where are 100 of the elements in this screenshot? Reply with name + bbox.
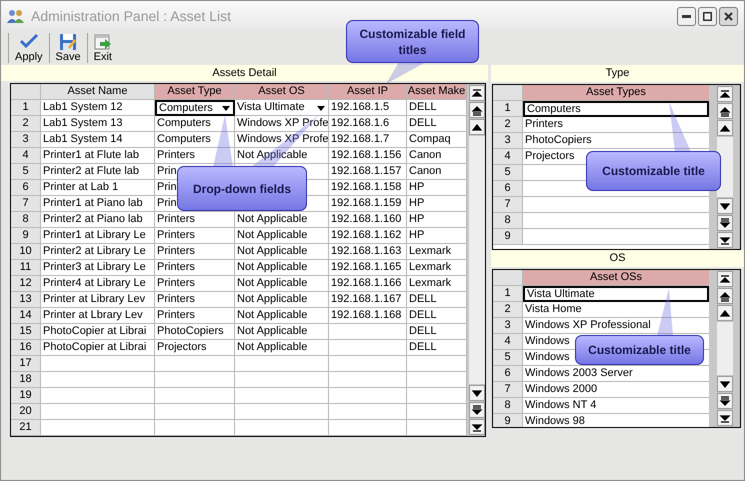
bar-up-arrow-icon (718, 273, 730, 285)
table-cell: Lexmark (409, 277, 452, 290)
scroll-to-bottom-button[interactable] (716, 232, 732, 248)
table-cell: HP (409, 197, 424, 210)
row-number: 4 (504, 150, 511, 163)
row-number: 13 (19, 293, 32, 306)
table-cell: Printer2 at Piano lab (43, 213, 143, 226)
page-down-button[interactable] (716, 393, 732, 409)
page-down-button[interactable] (469, 402, 485, 418)
apply-button[interactable]: Apply (10, 33, 48, 63)
maximize-button[interactable] (698, 6, 717, 26)
column-header[interactable]: Asset OSs (523, 270, 709, 286)
list-item[interactable]: Windows 98 (525, 415, 585, 427)
list-item[interactable]: Windows 2000 (525, 383, 598, 396)
table-cell: Not Applicable (237, 213, 308, 226)
scroll-up-button[interactable] (716, 305, 732, 321)
close-button[interactable] (719, 6, 738, 26)
column-header[interactable]: Asset Types (523, 85, 709, 101)
list-item[interactable]: Windows 2003 Server (525, 367, 633, 380)
vertical-scrollbar[interactable] (714, 270, 734, 427)
minimize-icon (682, 14, 691, 18)
row-number: 7 (504, 198, 511, 211)
row-number: 9 (504, 230, 511, 243)
checkmark-icon (18, 33, 39, 49)
row-number: 8 (504, 214, 511, 227)
scroll-to-bottom-button[interactable] (469, 419, 485, 435)
list-item[interactable]: Printers (525, 118, 563, 131)
table-cell: Printers (157, 293, 195, 306)
table-cell: 192.168.1.6 (331, 117, 390, 130)
row-number: 7 (504, 383, 511, 396)
row-number: 8 (504, 399, 511, 412)
row-number: 2 (504, 303, 511, 316)
scroll-to-top-button[interactable] (469, 85, 485, 101)
row-number: 4 (22, 149, 29, 162)
table-cell: Printer2 at Library Le (43, 245, 146, 258)
table-cell: 192.168.1.168 (331, 309, 402, 322)
table-cell: Printer3 at Library Le (43, 261, 146, 274)
row-number: 4 (504, 335, 511, 348)
callout-tooltip: Drop-down fields (177, 166, 307, 211)
vertical-scrollbar[interactable] (467, 84, 485, 436)
scroll-up-button[interactable] (716, 120, 732, 136)
dropdown-field[interactable]: Vista Ultimate (235, 100, 329, 116)
list-item[interactable]: PhotoCopiers (525, 134, 592, 147)
table-cell: Windows XP Profe (237, 133, 329, 146)
page-up-button[interactable] (716, 103, 732, 119)
list-item[interactable]: Windows (525, 351, 570, 364)
table-cell: DELL (409, 101, 437, 114)
table-cell: Canon (409, 165, 442, 178)
scroll-to-top-button[interactable] (716, 271, 732, 287)
row-number: 2 (22, 117, 29, 130)
column-header[interactable]: Asset Make (407, 84, 467, 100)
dropdown-arrow-icon[interactable] (316, 104, 326, 112)
dropdown-arrow-icon[interactable] (221, 104, 231, 112)
list-item[interactable]: Vista Home (525, 303, 582, 316)
scroll-to-top-button[interactable] (716, 86, 732, 102)
table-cell: Computers (157, 133, 211, 146)
scroll-up-button[interactable] (469, 119, 485, 135)
row-number: 5 (22, 165, 29, 178)
save-button[interactable]: Save (50, 33, 86, 63)
list-item[interactable]: Windows NT 4 (525, 399, 596, 412)
scroll-to-bottom-button[interactable] (716, 410, 732, 426)
vertical-scrollbar[interactable] (714, 85, 734, 249)
column-header[interactable]: Asset Name (41, 84, 155, 100)
column-header[interactable]: Asset IP (329, 84, 407, 100)
table-cell: Not Applicable (237, 229, 308, 242)
table-cell: PhotoCopier at Librai (43, 341, 146, 354)
list-item[interactable]: Windows XP Professional (525, 319, 651, 332)
page-up-button[interactable] (469, 102, 485, 118)
down-arrow-lines-icon (718, 217, 730, 229)
table-cell: Printers (157, 229, 195, 242)
table-cell: Not Applicable (237, 261, 308, 274)
callout-tooltip: Customizable field titles (346, 20, 479, 63)
table-cell: Printer4 at Library Le (43, 277, 146, 290)
column-header[interactable]: Asset OS (235, 84, 329, 100)
row-number: 21 (19, 421, 32, 434)
column-header[interactable]: Asset Type (155, 84, 235, 100)
row-number: 14 (19, 309, 32, 322)
scroll-down-button[interactable] (469, 385, 485, 401)
dropdown-field[interactable]: Computers (155, 100, 235, 116)
page-down-button[interactable] (716, 215, 732, 231)
minimize-button[interactable] (677, 6, 696, 26)
table-cell: 192.168.1.162 (331, 229, 402, 242)
row-number: 9 (504, 415, 511, 427)
table-cell: Printers (157, 309, 195, 322)
row-number: 18 (19, 373, 32, 386)
list-item[interactable]: Projectors (525, 150, 575, 163)
up-arrow-lines-icon (718, 105, 730, 117)
row-number: 12 (19, 277, 32, 290)
list-item[interactable]: Windows (525, 335, 570, 348)
table-cell: DELL (409, 293, 437, 306)
scroll-down-button[interactable] (716, 376, 732, 392)
page-up-button[interactable] (716, 288, 732, 304)
table-cell: Prin (157, 181, 177, 194)
table-cell: Lab1 System 12 (43, 101, 122, 114)
table-cell: Lexmark (409, 245, 452, 258)
table-cell: Printer1 at Piano lab (43, 197, 143, 210)
row-number: 1 (22, 101, 29, 114)
bar-up-arrow-icon (471, 87, 483, 99)
exit-button[interactable]: Exit (88, 33, 117, 63)
scroll-down-button[interactable] (716, 198, 732, 214)
